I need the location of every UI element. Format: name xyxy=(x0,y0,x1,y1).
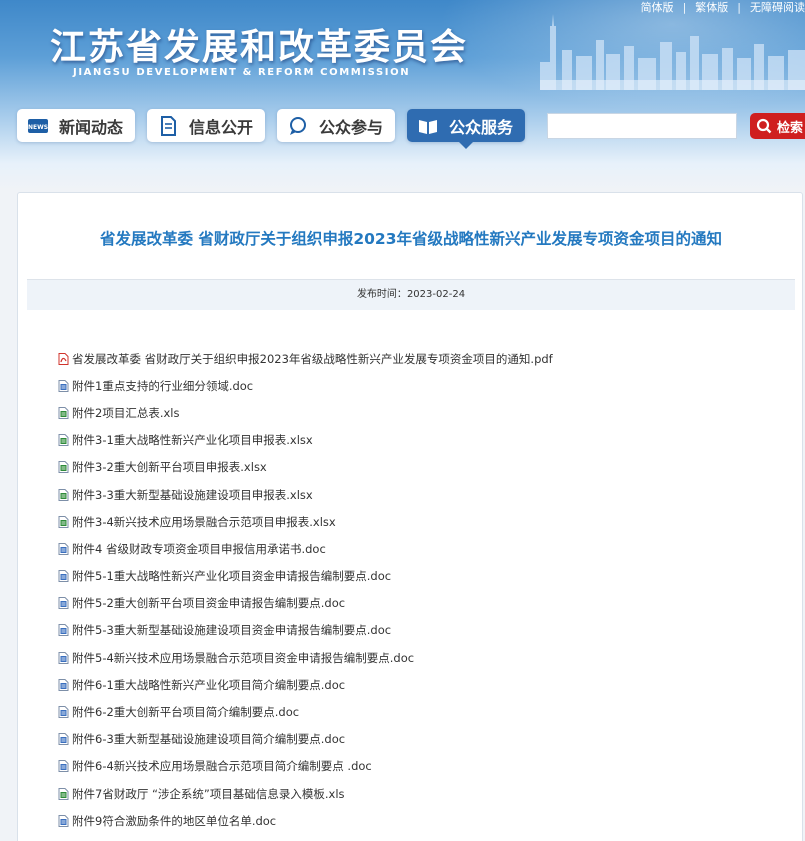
attachment-link[interactable]: 附件9符合激励条件的地区单位名单.doc xyxy=(58,807,553,834)
attachment-link[interactable]: 附件2项目汇总表.xls xyxy=(58,399,553,426)
search-icon xyxy=(756,118,772,134)
city-skyline-image xyxy=(540,14,805,90)
attachment-link[interactable]: 附件6-2重大创新平台项目简介编制要点.doc xyxy=(58,698,553,725)
attachment-name: 附件3-3重大新型基础设施建设项目申报表.xlsx xyxy=(72,487,313,502)
nav-news[interactable]: NEWS 新闻动态 xyxy=(17,109,136,142)
publish-info: 发布时间：2023-02-24 xyxy=(27,280,795,310)
attachment-name: 附件7省财政厅 “涉企系统”项目基础信息录入模板.xls xyxy=(72,786,345,801)
attachment-link[interactable]: 附件6-1重大战略性新兴产业化项目简介编制要点.doc xyxy=(58,671,553,698)
attachment-name: 附件5-2重大创新平台项目资金申请报告编制要点.doc xyxy=(72,596,346,611)
attachment-link[interactable]: 省发展改革委 省财政厅关于组织申报2023年省级战略性新兴产业发展专项资金项目的… xyxy=(58,345,553,372)
attachment-name: 附件5-4新兴技术应用场景融合示范项目资金申请报告编制要点.doc xyxy=(72,650,415,665)
pdf-file-icon xyxy=(58,352,69,365)
attachment-name: 附件3-4新兴技术应用场景融合示范项目申报表.xlsx xyxy=(72,514,336,529)
attachment-link[interactable]: 附件6-4新兴技术应用场景融合示范项目简介编制要点 .doc xyxy=(58,753,553,780)
doc-file-icon xyxy=(58,624,69,637)
xls-file-icon xyxy=(58,488,69,501)
link-separator: | xyxy=(737,0,741,14)
attachment-name: 附件6-1重大战略性新兴产业化项目简介编制要点.doc xyxy=(72,677,346,692)
attachment-link[interactable]: 附件4 省级财政专项资金项目申报信用承诺书.doc xyxy=(58,535,553,562)
attachment-link[interactable]: 附件5-4新兴技术应用场景融合示范项目资金申请报告编制要点.doc xyxy=(58,644,553,671)
nav-info[interactable]: 信息公开 xyxy=(147,109,266,142)
attachment-name: 附件9符合激励条件的地区单位名单.doc xyxy=(72,813,277,828)
doc-file-icon xyxy=(58,597,69,610)
site-title: 江苏省发展和改革委员会 xyxy=(50,26,469,68)
attachment-link[interactable]: 附件5-2重大创新平台项目资金申请报告编制要点.doc xyxy=(58,590,553,617)
site-header: 简体版 | 繁体版 | 无障碍阅读 江苏省发展和改革委员会 JIANGSU DE… xyxy=(0,0,805,190)
chat-icon xyxy=(287,116,309,136)
attachment-link[interactable]: 附件6-3重大新型基础设施建设项目简介编制要点.doc xyxy=(58,726,553,753)
attachment-name: 附件6-4新兴技术应用场景融合示范项目简介编制要点 .doc xyxy=(72,759,372,774)
xls-file-icon xyxy=(58,515,69,528)
xls-file-icon xyxy=(58,787,69,800)
attachment-link[interactable]: 附件7省财政厅 “涉企系统”项目基础信息录入模板.xls xyxy=(58,780,553,807)
attachment-name: 附件5-1重大战略性新兴产业化项目资金申请报告编制要点.doc xyxy=(72,569,392,584)
xls-file-icon xyxy=(58,461,69,474)
book-icon xyxy=(417,116,439,136)
search-button-label: 检索 xyxy=(777,120,804,136)
xls-file-icon xyxy=(58,406,69,419)
attachment-name: 附件6-3重大新型基础设施建设项目简介编制要点.doc xyxy=(72,732,346,747)
nav-news-label: 新闻动态 xyxy=(59,117,124,137)
doc-file-icon xyxy=(58,733,69,746)
link-separator: | xyxy=(682,0,687,14)
doc-file-icon xyxy=(58,570,69,583)
xls-file-icon xyxy=(58,434,69,447)
simplified-chinese-link[interactable]: 简体版 xyxy=(641,0,674,14)
nav-service[interactable]: 公众服务 xyxy=(407,109,526,149)
attachment-name: 附件4 省级财政专项资金项目申报信用承诺书.doc xyxy=(72,541,326,556)
site-subtitle: JIANGSU DEVELOPMENT & REFORM COMMISSION xyxy=(73,67,411,78)
publish-label: 发布时间： xyxy=(356,289,407,300)
doc-file-icon xyxy=(58,814,69,827)
attachment-link[interactable]: 附件3-2重大创新平台项目申报表.xlsx xyxy=(58,454,553,481)
attachment-link[interactable]: 附件5-1重大战略性新兴产业化项目资金申请报告编制要点.doc xyxy=(58,563,553,590)
attachment-link[interactable]: 附件3-4新兴技术应用场景融合示范项目申报表.xlsx xyxy=(58,508,553,535)
attachment-link[interactable]: 附件3-1重大战略性新兴产业化项目申报表.xlsx xyxy=(58,427,553,454)
main-nav: NEWS 新闻动态 信息公开 公众参与 公众服务 xyxy=(17,109,526,149)
article-panel: 省发展改革委 省财政厅关于组织申报2023年省级战略性新兴产业发展专项资金项目的… xyxy=(17,192,803,841)
news-icon: NEWS xyxy=(27,116,49,136)
doc-file-icon xyxy=(58,706,69,719)
attachment-name: 附件3-2重大创新平台项目申报表.xlsx xyxy=(72,460,267,475)
attachment-name: 附件2项目汇总表.xls xyxy=(72,405,180,420)
search-input[interactable] xyxy=(547,113,737,139)
doc-file-icon xyxy=(58,379,69,392)
document-icon xyxy=(157,115,179,136)
attachment-link[interactable]: 附件5-3重大新型基础设施建设项目资金申请报告编制要点.doc xyxy=(58,617,553,644)
attachment-name: 附件3-1重大战略性新兴产业化项目申报表.xlsx xyxy=(72,433,313,448)
traditional-chinese-link[interactable]: 繁体版 xyxy=(695,0,728,14)
svg-text:NEWS: NEWS xyxy=(28,124,48,131)
attachment-link[interactable]: 附件1重点支持的行业细分领域.doc xyxy=(58,372,553,399)
search-button[interactable]: 检索 xyxy=(750,113,805,139)
attachment-name: 附件5-3重大新型基础设施建设项目资金申请报告编制要点.doc xyxy=(72,623,392,638)
top-links: 简体版 | 繁体版 | 无障碍阅读 xyxy=(641,0,805,15)
attachment-list: 省发展改革委 省财政厅关于组织申报2023年省级战略性新兴产业发展专项资金项目的… xyxy=(58,345,553,834)
doc-file-icon xyxy=(58,678,69,691)
nav-info-label: 信息公开 xyxy=(189,117,254,137)
doc-file-icon xyxy=(58,760,69,773)
attachment-link[interactable]: 附件3-3重大新型基础设施建设项目申报表.xlsx xyxy=(58,481,553,508)
nav-service-label: 公众服务 xyxy=(449,117,514,137)
accessibility-link[interactable]: 无障碍阅读 xyxy=(750,0,805,14)
doc-file-icon xyxy=(58,542,69,555)
article-title: 省发展改革委 省财政厅关于组织申报2023年省级战略性新兴产业发展专项资金项目的… xyxy=(99,230,723,248)
attachment-name: 附件1重点支持的行业细分领域.doc xyxy=(72,378,254,393)
doc-file-icon xyxy=(58,651,69,664)
attachment-name: 省发展改革委 省财政厅关于组织申报2023年省级战略性新兴产业发展专项资金项目的… xyxy=(72,351,553,366)
attachment-name: 附件6-2重大创新平台项目简介编制要点.doc xyxy=(72,705,300,720)
publish-date: 2023-02-24 xyxy=(406,289,466,300)
nav-participation-label: 公众参与 xyxy=(319,117,384,137)
nav-participation[interactable]: 公众参与 xyxy=(277,109,396,142)
